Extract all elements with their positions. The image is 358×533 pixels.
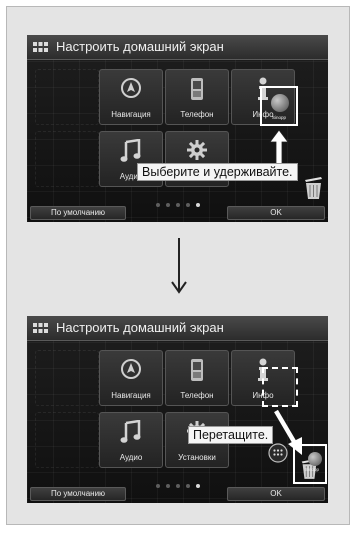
empty-slot	[35, 131, 99, 187]
tile-navigation[interactable]: Навигация	[99, 69, 163, 125]
page-dot-active[interactable]	[195, 484, 200, 488]
tile-label: Навигация	[111, 391, 151, 400]
navigation-icon	[121, 359, 141, 379]
app-label: Sinopp	[305, 467, 320, 472]
audio-icon	[120, 139, 141, 162]
menu-icon[interactable]	[33, 323, 48, 333]
page-dot[interactable]	[165, 203, 170, 207]
page-dot[interactable]	[185, 484, 190, 488]
phone-icon	[191, 359, 203, 381]
arrow-down-icon	[171, 238, 187, 294]
callout-drag: Перетащите.	[188, 426, 274, 444]
page-dot[interactable]	[175, 484, 180, 488]
arrow-up-icon	[269, 129, 289, 167]
tile-phone[interactable]: Телефон	[165, 350, 229, 406]
screen-title: Настроить домашний экран	[56, 39, 224, 54]
home-screen-top: Настроить домашний экран Навигация Телеф…	[27, 35, 328, 222]
original-position-outline	[262, 367, 298, 407]
page-dot[interactable]	[155, 484, 160, 488]
settings-icon	[187, 140, 207, 160]
app-icon[interactable]	[308, 452, 322, 466]
menu-icon[interactable]	[33, 42, 48, 52]
phone-icon	[191, 78, 203, 100]
ok-button[interactable]: OK	[227, 206, 325, 220]
page-indicator	[27, 475, 328, 488]
page-dot[interactable]	[175, 203, 180, 207]
default-button[interactable]: По умолчанию	[30, 487, 126, 501]
tile-label: Навигация	[111, 110, 151, 119]
navigation-icon	[121, 78, 141, 98]
audio-icon	[120, 420, 141, 443]
tile-label: Телефон	[180, 391, 214, 400]
empty-slot	[35, 412, 99, 468]
screen-title: Настроить домашний экран	[56, 320, 224, 335]
selection-highlight	[260, 86, 298, 126]
tile-navigation[interactable]: Навигация	[99, 350, 163, 406]
page-dot[interactable]	[165, 484, 170, 488]
tile-audio[interactable]: Аудио	[99, 412, 163, 468]
empty-slot	[35, 350, 99, 406]
home-screen-bottom: Настроить домашний экран Навигация Телеф…	[27, 316, 328, 503]
tile-label: Телефон	[180, 110, 214, 119]
tile-label: Установки	[178, 453, 216, 462]
title-bar: Настроить домашний экран	[27, 316, 328, 341]
title-bar: Настроить домашний экран	[27, 35, 328, 60]
callout-select-hold: Выберите и удерживайте.	[137, 163, 298, 181]
tile-phone[interactable]: Телефон	[165, 69, 229, 125]
page-indicator	[27, 194, 328, 207]
empty-slot	[35, 69, 99, 125]
default-button[interactable]: По умолчанию	[30, 206, 126, 220]
ok-button[interactable]: OK	[227, 487, 325, 501]
page-dot[interactable]	[155, 203, 160, 207]
page-dot[interactable]	[185, 203, 190, 207]
page-dot-active[interactable]	[195, 203, 200, 207]
tile-label: Аудио	[119, 453, 143, 462]
